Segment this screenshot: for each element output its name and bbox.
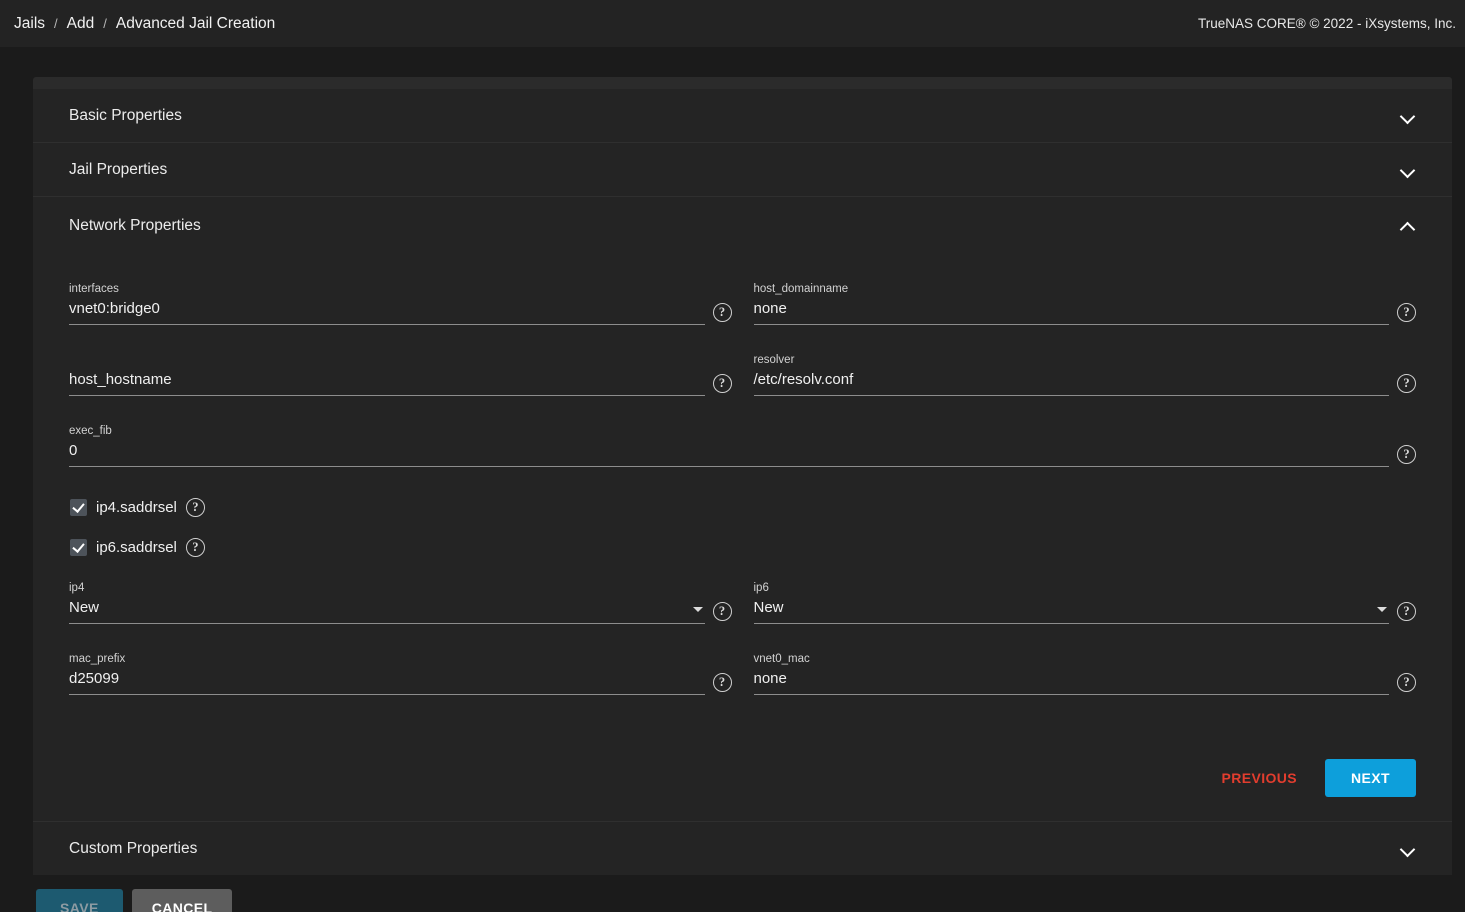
breadcrumb-item-advanced-jail-creation: Advanced Jail Creation	[115, 14, 276, 32]
vnet0-mac-input[interactable]: vnet0_mac none	[753, 652, 1389, 695]
field-exec-fib: exec_fib 0 ?	[69, 410, 1416, 481]
form-row: exec_fib 0 ?	[69, 410, 1416, 481]
vnet0-mac-label: vnet0_mac	[753, 653, 810, 665]
help-icon[interactable]: ?	[712, 374, 732, 393]
help-icon[interactable]: ?	[1397, 303, 1416, 322]
form-row: mac_prefix d25099 ? vnet0_mac none ?	[69, 638, 1416, 709]
breadcrumb-item-add[interactable]: Add	[67, 15, 95, 33]
help-icon[interactable]: ?	[1397, 374, 1416, 393]
interfaces-label: interfaces	[69, 283, 119, 295]
panel-header-jail-properties[interactable]: Jail Properties	[33, 143, 1452, 196]
mac-prefix-value: d25099	[69, 670, 120, 687]
interfaces-input[interactable]: interfaces vnet0:bridge0	[69, 282, 705, 325]
jail-wizard-card: Basic Properties Jail Properties Network…	[33, 77, 1452, 875]
chevron-down-icon[interactable]	[1401, 111, 1416, 120]
exec-fib-input[interactable]: exec_fib 0	[69, 424, 1389, 467]
chevron-down-icon[interactable]	[1401, 165, 1416, 174]
checkbox-ip4-saddrsel[interactable]	[70, 498, 87, 516]
breadcrumb: Jails / Add / Advanced Jail Creation	[14, 15, 275, 33]
checkbox-row-ip6-saddrsel: ip6.saddrsel ?	[69, 527, 1416, 567]
page-body: Basic Properties Jail Properties Network…	[0, 47, 1465, 912]
panel-basic-properties: Basic Properties	[33, 89, 1452, 142]
resolver-input[interactable]: resolver /etc/resolv.conf	[753, 353, 1389, 396]
mac-prefix-label: mac_prefix	[69, 653, 126, 665]
top-bar: Jails / Add / Advanced Jail Creation Tru…	[0, 0, 1465, 47]
checkbox-ip6-saddrsel[interactable]	[70, 538, 87, 556]
field-mac-prefix: mac_prefix d25099 ?	[69, 638, 732, 709]
host-domainname-input[interactable]: host_domainname none	[753, 282, 1389, 325]
field-vnet0-mac: vnet0_mac none ?	[753, 638, 1416, 709]
host-domainname-value: none	[753, 300, 787, 317]
chevron-down-icon[interactable]	[1377, 607, 1387, 612]
field-interfaces: interfaces vnet0:bridge0 ?	[69, 268, 732, 339]
form-row: host_hostname ? resolver /etc/resolv.con…	[69, 339, 1416, 410]
panel-custom-properties: Custom Properties	[33, 822, 1452, 875]
network-properties-form: interfaces vnet0:bridge0 ? host_domainna…	[33, 254, 1452, 733]
field-host-hostname: host_hostname ?	[69, 339, 732, 410]
field-ip4: ip4 New ?	[69, 567, 732, 638]
resolver-value: /etc/resolv.conf	[753, 371, 854, 388]
help-icon[interactable]: ?	[712, 602, 732, 621]
previous-button[interactable]: PREVIOUS	[1205, 760, 1313, 796]
panel-title-network-properties: Network Properties	[69, 216, 201, 234]
host-hostname-label: host_hostname	[69, 371, 172, 388]
copyright-text: TrueNAS CORE® © 2022 - iXsystems, Inc.	[1198, 16, 1456, 31]
panel-title-basic-properties: Basic Properties	[69, 106, 182, 124]
help-icon[interactable]: ?	[712, 673, 732, 692]
checkbox-row-ip4-saddrsel: ip4.saddrsel ?	[69, 487, 1416, 527]
wizard-nav: PREVIOUS NEXT	[33, 733, 1452, 821]
cancel-button[interactable]: CANCEL	[131, 889, 233, 912]
exec-fib-label: exec_fib	[69, 425, 112, 437]
breadcrumb-item-jails[interactable]: Jails	[14, 15, 45, 33]
help-icon[interactable]: ?	[185, 537, 205, 557]
checkbox-label-ip6-saddrsel: ip6.saddrsel	[96, 538, 177, 556]
exec-fib-value: 0	[69, 442, 78, 459]
panel-header-custom-properties[interactable]: Custom Properties	[33, 822, 1452, 875]
panel-title-custom-properties: Custom Properties	[69, 839, 198, 857]
ip6-label: ip6	[753, 582, 769, 594]
form-row: interfaces vnet0:bridge0 ? host_domainna…	[69, 268, 1416, 339]
ip4-value: New	[69, 599, 100, 616]
chevron-up-icon[interactable]	[1401, 221, 1416, 230]
help-icon[interactable]: ?	[1397, 445, 1416, 464]
chevron-down-icon[interactable]	[1401, 844, 1416, 853]
resolver-label: resolver	[753, 354, 795, 366]
field-ip6: ip6 New ?	[753, 567, 1416, 638]
host-domainname-label: host_domainname	[753, 283, 849, 295]
vnet0-mac-value: none	[753, 670, 787, 687]
panel-header-network-properties[interactable]: Network Properties	[33, 197, 1452, 254]
host-hostname-input[interactable]: host_hostname	[69, 353, 705, 396]
help-icon[interactable]: ?	[1397, 602, 1416, 621]
mac-prefix-input[interactable]: mac_prefix d25099	[69, 652, 705, 695]
breadcrumb-separator: /	[103, 16, 107, 31]
field-resolver: resolver /etc/resolv.conf ?	[753, 339, 1416, 410]
ip4-select[interactable]: ip4 New	[69, 581, 705, 624]
breadcrumb-separator: /	[54, 16, 58, 31]
save-button[interactable]: SAVE	[36, 889, 123, 912]
panel-jail-properties: Jail Properties	[33, 143, 1452, 196]
panel-title-jail-properties: Jail Properties	[69, 160, 168, 178]
chevron-down-icon[interactable]	[692, 607, 703, 612]
ip4-label: ip4	[69, 582, 85, 594]
ip6-select[interactable]: ip6 New	[753, 581, 1389, 624]
help-icon[interactable]: ?	[185, 497, 205, 517]
panel-header-basic-properties[interactable]: Basic Properties	[33, 89, 1452, 142]
form-row: ip4 New ? ip6 New ?	[69, 567, 1416, 638]
field-host-domainname: host_domainname none ?	[753, 268, 1416, 339]
help-icon[interactable]: ?	[712, 303, 732, 322]
help-icon[interactable]: ?	[1397, 673, 1416, 692]
next-button[interactable]: NEXT	[1325, 759, 1416, 797]
form-actions: SAVE CANCEL	[33, 875, 1465, 912]
interfaces-value: vnet0:bridge0	[69, 300, 160, 317]
ip6-value: New	[753, 599, 784, 616]
checkbox-label-ip4-saddrsel: ip4.saddrsel	[96, 498, 177, 516]
panel-network-properties: Network Properties interfaces vnet0:brid…	[33, 197, 1452, 821]
